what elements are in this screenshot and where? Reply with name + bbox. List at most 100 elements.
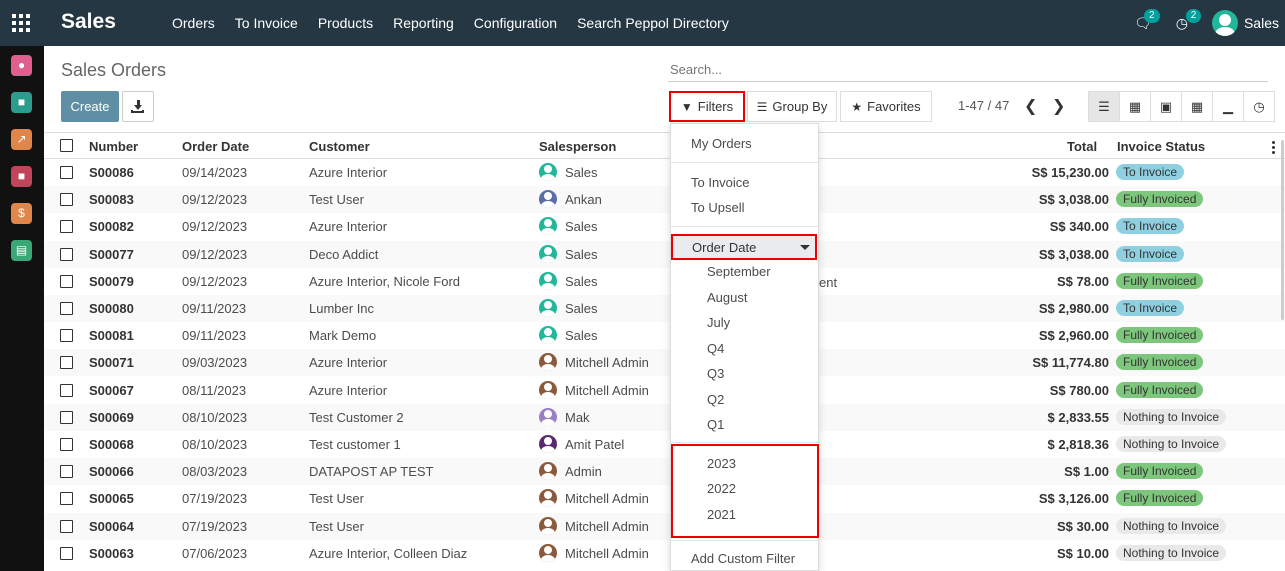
kanban-view-icon[interactable]: ▦ [1119,91,1151,122]
table-row[interactable]: S00064 07/19/2023 Test User Mitchell Admin S… [44,512,1285,540]
table-row[interactable]: S00067 08/11/2023 Azure Interior Mitchell A… [44,377,1285,404]
row-checkbox[interactable] [60,356,73,370]
order-total: S$ 2,960.00 [1038,328,1109,344]
filters-button[interactable]: ▼ Filters [669,91,745,122]
pivot-view-icon[interactable]: ▦ [1181,91,1213,122]
menu-to-invoice[interactable]: To Invoice [225,15,308,31]
pager-value[interactable]: 1-47 / 47 [958,98,1009,113]
table-row[interactable]: S00069 08/10/2023 Test Customer 2 Mak $ 2,83… [44,403,1285,431]
apps-menu-icon[interactable] [12,14,30,32]
select-all-checkbox[interactable] [60,139,73,152]
group-by-button[interactable]: ☰ Group By [747,91,837,122]
messages-button[interactable]: 🗨 2 [1134,8,1160,32]
table-header: Number Order Date Customer Salesperson T… [44,132,1285,159]
period-august[interactable]: August [707,290,747,305]
order-total: S$ 3,038.00 [1038,246,1109,262]
column-customer[interactable]: Customer [309,139,370,154]
table-row[interactable]: S00082 09/12/2023 Azure Interior Sales S$ 34… [44,213,1285,240]
invoicing-icon[interactable]: $ [11,203,32,224]
table-row[interactable]: S00066 08/03/2023 DATAPOST AP TEST Admin S$ … [44,458,1285,486]
order-number: S00079 [89,273,134,289]
order-date: 07/06/2023 [182,545,248,561]
period-q2[interactable]: Q2 [707,392,724,407]
filter-order-date[interactable]: Order Date [671,234,817,260]
create-button[interactable]: Create [61,91,119,122]
search-input[interactable] [668,58,1268,82]
menu-products[interactable]: Products [308,15,383,31]
pager-next-icon[interactable]: ❯ [1052,96,1065,116]
period-september[interactable]: September [707,264,771,279]
filter-to-invoice[interactable]: To Invoice [691,175,750,190]
row-checkbox[interactable] [60,166,73,179]
documents-icon[interactable]: ▤ [11,240,32,261]
column-options-icon[interactable] [1272,141,1275,156]
favorites-button[interactable]: ★ Favorites [840,91,932,122]
order-total: S$ 3,038.00 [1038,192,1109,208]
table-row[interactable]: S00079 09/12/2023 Azure Interior, Nicole F… [44,268,1285,295]
graph-view-icon[interactable]: ▁ [1212,91,1244,122]
table-row[interactable]: S00071 09/03/2023 Azure Interior Mitchell A… [44,349,1285,377]
table-row[interactable]: S00080 09/11/2023 Lumber Inc Sales S$ 2,980.… [44,295,1285,322]
scrollbar[interactable] [1281,140,1284,320]
table-row[interactable]: S00068 08/10/2023 Test customer 1 Amit Pate… [44,431,1285,458]
salesperson-avatar [539,163,557,181]
user-menu[interactable]: Sales [1211,10,1279,36]
table-row[interactable]: S00083 09/12/2023 Test User Ankan S$ 3,038.0… [44,186,1285,214]
year-2022[interactable]: 2022 [707,481,736,496]
row-checkbox[interactable] [60,410,73,424]
table-row[interactable]: S00086 09/14/2023 Azure Interior Sales S$ 15… [44,159,1285,186]
row-checkbox[interactable] [60,465,73,479]
customer-name: Lumber Inc [309,301,375,316]
column-order-date[interactable]: Order Date [182,139,249,154]
list-view-icon[interactable]: ☰ [1088,91,1120,122]
menu-configuration[interactable]: Configuration [464,15,567,31]
column-total[interactable]: Total [1067,139,1097,154]
download-button[interactable] [122,91,154,122]
app-title[interactable]: Sales [61,10,116,34]
row-checkbox[interactable] [60,329,73,343]
customer-name: Azure Interior [309,219,388,235]
order-total: S$ 3,126.00 [1038,491,1109,507]
row-checkbox[interactable] [60,519,73,533]
activities-button[interactable]: ◷ 2 [1176,8,1202,32]
pager-previous-icon[interactable]: ❮ [1024,96,1037,116]
year-2023[interactable]: 2023 [707,456,736,471]
order-number: S00065 [89,491,134,507]
row-checkbox[interactable] [60,383,73,397]
contacts-icon[interactable]: ■ [11,92,32,113]
column-salesperson[interactable]: Salesperson [539,139,616,154]
period-q4[interactable]: Q4 [707,341,724,356]
table-row[interactable]: S00077 09/12/2023 Deco Addict Sales S$ 3,038… [44,240,1285,268]
filter-my-orders[interactable]: My Orders [691,136,752,151]
calendar-view-icon[interactable]: ▣ [1150,91,1182,122]
row-checkbox[interactable] [60,274,73,288]
year-2021[interactable]: 2021 [707,507,736,522]
table-row[interactable]: S00063 07/06/2023 Azure Interior, Colleen … [44,540,1285,567]
bars-icon: ☰ [756,99,768,114]
row-checkbox[interactable] [60,438,73,451]
discuss-icon[interactable]: ● [11,55,32,76]
table-row[interactable]: S00065 07/19/2023 Test User Mitchell Admin S… [44,485,1285,512]
menu-reporting[interactable]: Reporting [383,15,464,31]
period-q1[interactable]: Q1 [707,417,724,432]
table-row[interactable]: S00081 09/11/2023 Mark Demo Sales S$ 2,960.0… [44,322,1285,349]
systray: 🗨 2 ◷ 2 Sales [1134,0,1285,46]
row-checkbox[interactable] [60,546,73,560]
menu-orders[interactable]: Orders [162,15,225,31]
inventory-icon[interactable]: ■ [11,166,32,187]
row-checkbox[interactable] [60,220,73,234]
column-number[interactable]: Number [89,139,138,154]
period-july[interactable]: July [707,315,730,330]
row-checkbox[interactable] [60,302,73,315]
order-total: S$ 1.00 [1064,464,1109,480]
column-invoice-status[interactable]: Invoice Status [1117,139,1205,154]
row-checkbox[interactable] [60,247,73,261]
filter-to-upsell[interactable]: To Upsell [691,200,744,215]
menu-search-peppol[interactable]: Search Peppol Directory [567,15,739,31]
row-checkbox[interactable] [60,193,73,207]
activity-view-icon[interactable]: ◷ [1243,91,1275,122]
sales-chart-icon[interactable]: ↗ [11,129,32,150]
period-q3[interactable]: Q3 [707,366,724,381]
row-checkbox[interactable] [60,492,73,506]
add-custom-filter[interactable]: Add Custom Filter [691,551,795,566]
